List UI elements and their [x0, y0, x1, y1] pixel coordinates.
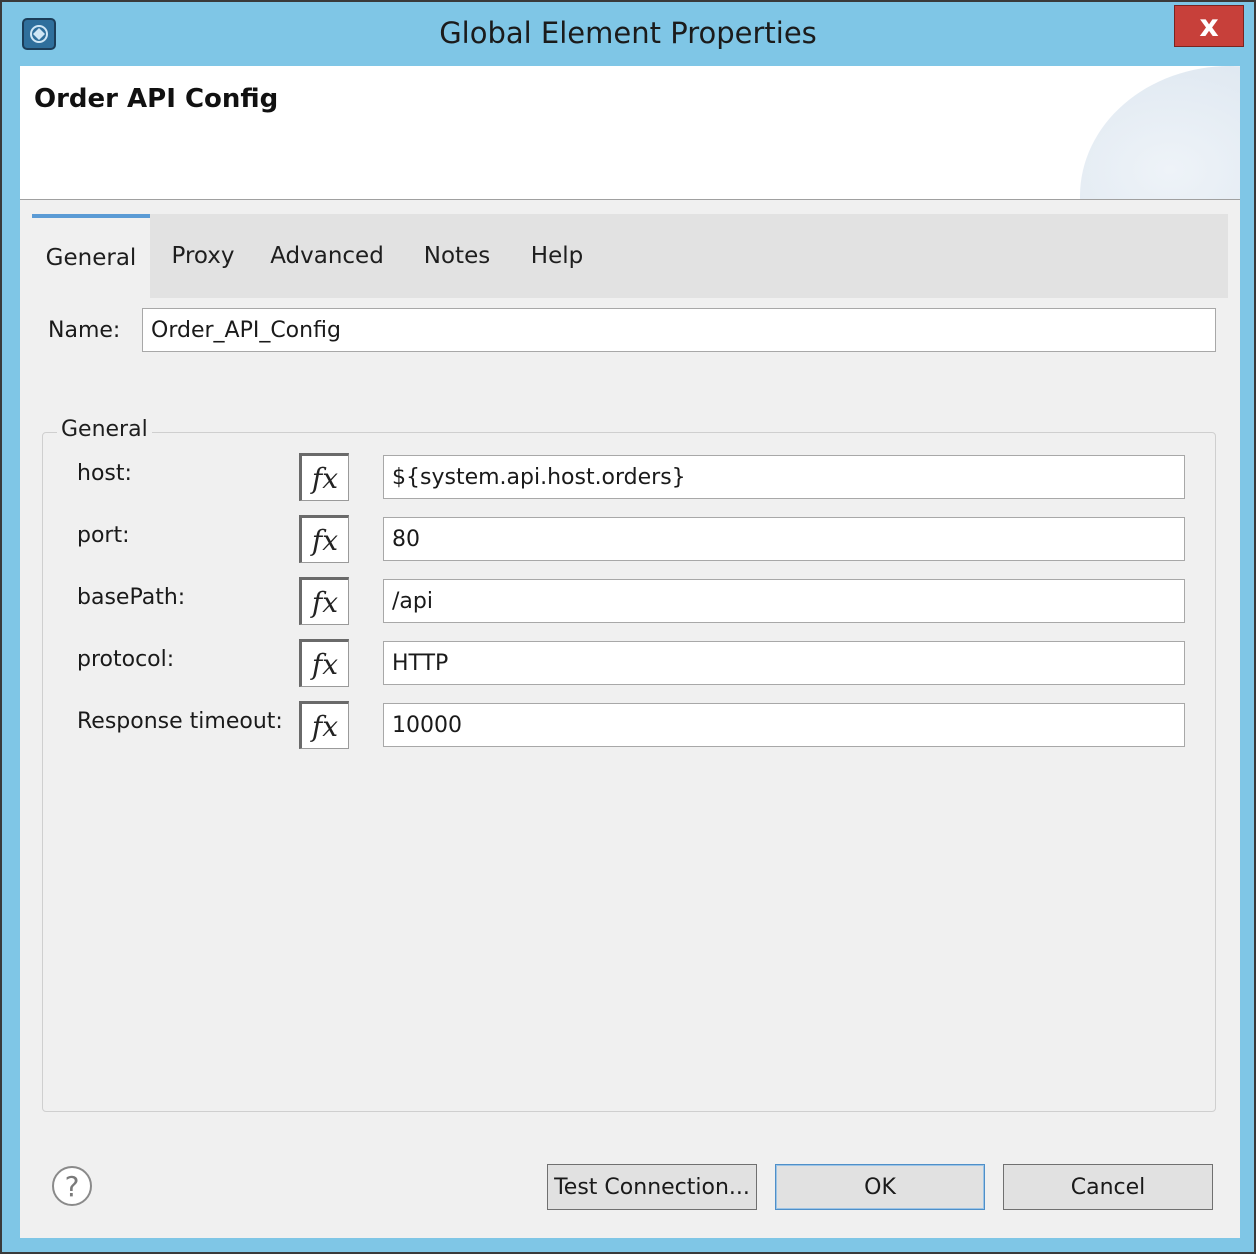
port-fx-button[interactable]: fx — [299, 515, 349, 563]
basepath-input[interactable] — [383, 579, 1185, 623]
name-input[interactable] — [142, 308, 1216, 352]
basepath-label: basePath: — [77, 585, 186, 610]
close-icon: x — [1199, 8, 1219, 44]
protocol-fx-button[interactable]: fx — [299, 639, 349, 687]
fx-expression-icon: fx — [311, 709, 339, 743]
name-label: Name: — [48, 318, 121, 343]
general-group-title: General — [57, 417, 152, 442]
response-timeout-input[interactable] — [383, 703, 1185, 747]
dialog-heading: Order API Config — [34, 84, 279, 114]
fx-expression-icon: fx — [311, 647, 339, 681]
basepath-fx-button[interactable]: fx — [299, 577, 349, 625]
tab-notes[interactable]: Notes — [414, 214, 500, 298]
ok-button[interactable]: OK — [775, 1164, 985, 1210]
host-label: host: — [77, 461, 132, 486]
header-decoration — [1080, 66, 1240, 199]
port-input[interactable] — [383, 517, 1185, 561]
tab-general[interactable]: General — [32, 214, 150, 298]
window-title: Global Element Properties — [439, 16, 817, 50]
tab-strip: General Proxy Advanced Notes Help — [32, 214, 1228, 298]
tab-proxy[interactable]: Proxy — [160, 214, 246, 298]
cancel-button[interactable]: Cancel — [1003, 1164, 1213, 1210]
general-tab-panel: Name: General host: fx port: fx basePath… — [32, 298, 1228, 1124]
title-bar[interactable]: Global Element Properties x — [2, 2, 1254, 66]
response-timeout-label: Response timeout: — [77, 709, 283, 734]
response-timeout-fx-button[interactable]: fx — [299, 701, 349, 749]
dialog-client-area: Order API Config General Proxy Advanced … — [20, 66, 1240, 1238]
test-connection-button[interactable]: Test Connection... — [547, 1164, 757, 1210]
general-groupbox: General host: fx port: fx basePath: fx p… — [42, 417, 1216, 1112]
protocol-label: protocol: — [77, 647, 175, 672]
fx-expression-icon: fx — [311, 461, 339, 495]
host-input[interactable] — [383, 455, 1185, 499]
port-label: port: — [77, 523, 130, 548]
dialog-header: Order API Config — [20, 66, 1240, 200]
tab-advanced[interactable]: Advanced — [264, 214, 390, 298]
close-button[interactable]: x — [1174, 5, 1244, 47]
tab-help[interactable]: Help — [522, 214, 592, 298]
help-icon[interactable]: ? — [52, 1166, 92, 1206]
fx-expression-icon: fx — [311, 585, 339, 619]
dialog-window: Global Element Properties x Order API Co… — [0, 0, 1256, 1254]
fx-expression-icon: fx — [311, 523, 339, 557]
host-fx-button[interactable]: fx — [299, 453, 349, 501]
protocol-input[interactable] — [383, 641, 1185, 685]
